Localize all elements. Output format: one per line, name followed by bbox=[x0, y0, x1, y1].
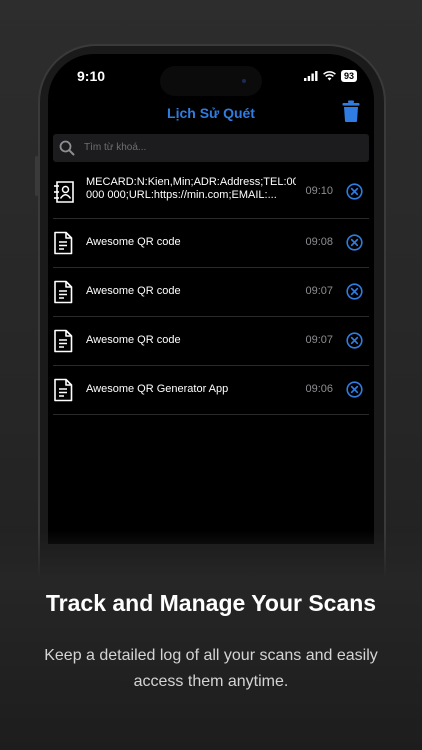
list-item[interactable]: MECARD:N:Kien,Min;ADR:Address;TEL:000 00… bbox=[53, 168, 369, 219]
document-icon bbox=[54, 280, 73, 304]
search-bar[interactable]: Tìm từ khoá... bbox=[53, 134, 369, 162]
list-item[interactable]: Awesome QR code 09:08 bbox=[53, 219, 369, 268]
delete-circle-icon[interactable] bbox=[346, 234, 363, 251]
list-item-title: Awesome QR code bbox=[86, 285, 181, 297]
status-icons: 93 bbox=[303, 70, 357, 82]
battery-indicator: 93 bbox=[340, 70, 357, 82]
document-icon bbox=[54, 231, 73, 255]
list-item[interactable]: Awesome QR Generator App 09:06 bbox=[53, 366, 369, 415]
list-item-time: 09:10 bbox=[305, 185, 333, 197]
list-item-time: 09:07 bbox=[305, 334, 333, 346]
navigation-bar: Lịch Sử Quét bbox=[48, 100, 374, 130]
dynamic-island bbox=[160, 66, 262, 96]
status-bar: 9:10 93 bbox=[48, 54, 374, 98]
contact-card-icon bbox=[54, 181, 74, 203]
list-item-time: 09:08 bbox=[305, 236, 333, 248]
search-input[interactable]: Tìm từ khoá... bbox=[84, 142, 146, 153]
list-item-title: Awesome QR Generator App bbox=[86, 383, 229, 395]
page-title: Lịch Sử Quét bbox=[167, 105, 255, 121]
delete-circle-icon[interactable] bbox=[346, 332, 363, 349]
status-time: 9:10 bbox=[77, 68, 106, 84]
promo-headline: Track and Manage Your Scans bbox=[45, 590, 377, 616]
document-icon bbox=[54, 329, 73, 353]
list-item-title: Awesome QR code bbox=[86, 334, 181, 346]
list-item[interactable]: Awesome QR code 09:07 bbox=[53, 268, 369, 317]
delete-circle-icon[interactable] bbox=[346, 183, 363, 200]
delete-circle-icon[interactable] bbox=[346, 381, 363, 398]
delete-circle-icon[interactable] bbox=[346, 283, 363, 300]
bottom-panel bbox=[0, 530, 422, 750]
list-item[interactable]: Awesome QR code 09:07 bbox=[53, 317, 369, 366]
document-icon bbox=[54, 378, 73, 402]
list-item-time: 09:07 bbox=[305, 285, 333, 297]
app-screen: 9:10 93 Lịch Sử Quét Tìm từ khoá... MECA… bbox=[48, 54, 374, 544]
wifi-icon bbox=[323, 71, 336, 81]
search-icon bbox=[59, 140, 75, 156]
list-item-title: MECARD:N:Kien,Min;ADR:Address;TEL:000 00… bbox=[86, 176, 296, 201]
history-list: MECARD:N:Kien,Min;ADR:Address;TEL:000 00… bbox=[53, 168, 369, 415]
list-item-time: 09:06 bbox=[305, 383, 333, 395]
list-item-title: Awesome QR code bbox=[86, 236, 181, 248]
cellular-signal-icon bbox=[303, 71, 318, 81]
promo-subtext: Keep a detailed log of all your scans an… bbox=[44, 647, 378, 690]
trash-icon[interactable] bbox=[342, 100, 360, 122]
